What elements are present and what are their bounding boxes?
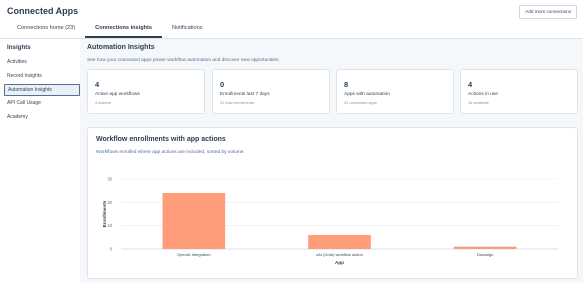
stat-sub: 31 total enrollments [220,100,254,105]
sidebar-item-automation-insights[interactable]: Automation Insights [4,84,80,96]
bar-chart: 0 10 20 30 OpenAI Integration xAI (Grok) work… [102,177,558,265]
y-tick-label: 10 [107,223,112,228]
stat-label: Active app workflows [95,92,140,97]
sidebar-item-record-insights[interactable]: Record Insights [4,71,78,81]
stat-sub: 16 available [468,100,489,105]
add-connections-button[interactable]: Add more connections [519,5,577,19]
stat-sub: 4 inactive [95,100,112,105]
bar [308,235,371,249]
stat-value: 4 [468,80,473,89]
stat-card-actions-in-use: 4 Actions in use 16 available [460,69,578,114]
stat-sub: 23 connected apps [344,100,377,105]
x-tick-label: Docusign [477,252,494,257]
sidebar-item-activities[interactable]: Activities [4,57,78,67]
stat-value: 8 [344,80,349,89]
x-tick-label: OpenAI Integration [177,252,211,257]
x-axis-label: App [335,260,344,265]
stat-card-enrollments: 0 Enrollments last 7 days 31 total enrol… [212,69,330,114]
stat-label: Enrollments last 7 days [220,92,270,97]
stat-card-active-workflows: 4 Active app workflows 4 inactive [87,69,205,114]
y-tick-label: 0 [110,247,113,252]
section-description: See how your connected apps power workfl… [87,58,280,63]
stat-card-apps-with-automation: 8 Apps with automation 23 connected apps [336,69,454,114]
tab-connections-home[interactable]: Connections home (23) [7,22,85,35]
stat-value: 4 [95,80,100,89]
y-tick-label: 20 [107,200,112,205]
y-tick-label: 30 [107,177,112,182]
sidebar-heading: Insights [7,44,31,51]
sidebar: Insights Activities Record Insights Auto… [0,39,80,283]
bar [162,193,226,249]
tab-notifications[interactable]: Notifications [162,22,212,35]
section-title: Automation Insights [87,44,155,51]
x-tick-label: xAI (Grok) workflow action [316,252,363,257]
sidebar-item-academy[interactable]: Academy [4,112,78,122]
stat-label: Apps with automation [344,92,390,97]
stat-value: 0 [220,80,225,89]
y-axis-label: Enrollments [102,200,107,227]
stat-label: Actions in use [468,92,498,97]
chart-card: Workflow enrollments with app actions Wo… [87,127,578,279]
page-title: Connected Apps [7,6,79,16]
bar [453,246,517,249]
tab-connections-insights[interactable]: Connections insights [85,22,162,38]
tab-bar: Connections home (23) Connections insigh… [7,22,213,38]
main-content: Automation Insights See how your connect… [80,39,583,283]
sidebar-item-api-call-usage[interactable]: API Call Usage [4,98,78,108]
top-bar: Connected Apps Add more connections Conn… [0,0,583,39]
